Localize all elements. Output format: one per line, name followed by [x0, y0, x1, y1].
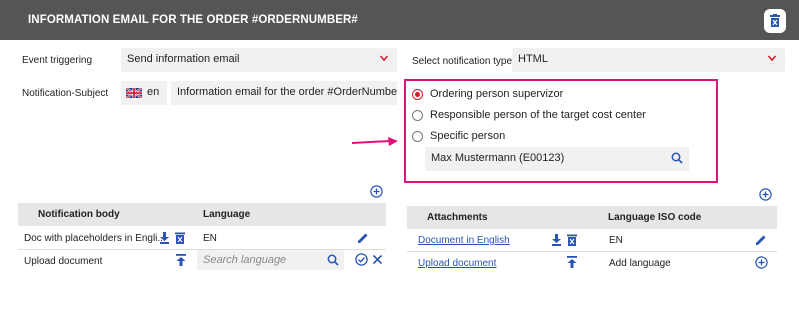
delete-icon — [770, 14, 780, 27]
notification-type-value: HTML — [518, 53, 548, 65]
subject-value: Information email for the order #OrderNu… — [177, 86, 397, 98]
column-header-notification-body: Notification body — [38, 209, 120, 220]
arrow-right-icon — [352, 137, 398, 146]
dialog-header: INFORMATION EMAIL FOR THE ORDER #ORDERNU… — [0, 0, 799, 40]
close-icon[interactable] — [372, 254, 383, 265]
trash-icon[interactable] — [567, 234, 577, 246]
radio-label: Specific person — [430, 130, 506, 142]
column-header-language: Language — [203, 209, 251, 220]
chevron-down-icon — [767, 55, 777, 62]
uk-flag-icon — [126, 88, 142, 98]
column-header-attachments: Attachments — [427, 212, 488, 223]
trash-icon[interactable] — [175, 232, 185, 244]
pencil-icon[interactable] — [357, 232, 369, 244]
specific-person-value: Max Mustermann (E00123) — [431, 152, 565, 164]
header-delete-button[interactable] — [764, 9, 786, 33]
column-header-language-iso: Language ISO code — [608, 212, 702, 223]
add-body-button[interactable] — [370, 185, 383, 198]
add-attachment-button[interactable] — [759, 188, 772, 201]
event-triggering-label: Event triggering — [22, 55, 93, 66]
radio-cost-center-responsible[interactable]: Responsible person of the target cost ce… — [412, 107, 646, 123]
body-document-language: EN — [203, 233, 217, 244]
download-icon[interactable] — [551, 234, 562, 246]
body-document-name: Doc with placeholders in Engli... — [24, 233, 166, 244]
upload-icon[interactable] — [176, 254, 186, 266]
plus-circle-icon[interactable] — [755, 256, 768, 269]
subject-input[interactable]: Information email for the order #OrderNu… — [171, 81, 397, 105]
upload-icon[interactable] — [567, 256, 577, 268]
radio-specific-person[interactable]: Specific person — [412, 128, 505, 144]
notification-type-select[interactable]: HTML — [512, 48, 785, 72]
event-triggering-select[interactable]: Send information email — [121, 48, 397, 72]
row-divider — [407, 251, 777, 252]
language-search-placeholder: Search language — [203, 254, 287, 266]
dialog-title: INFORMATION EMAIL FOR THE ORDER #ORDERNU… — [28, 14, 358, 26]
subject-language-code: en — [147, 86, 160, 98]
notification-subject-label: Notification-Subject — [22, 88, 109, 99]
attachment-link-english[interactable]: Document in English — [418, 235, 510, 246]
specific-person-search[interactable]: Max Mustermann (E00123) — [425, 147, 689, 171]
download-icon[interactable] — [159, 232, 170, 244]
body-upload-document[interactable]: Upload document — [24, 256, 102, 267]
search-icon[interactable] — [327, 254, 339, 266]
event-triggering-value: Send information email — [127, 53, 240, 65]
radio-ordering-supervisor[interactable]: Ordering person supervizor — [412, 86, 563, 102]
pencil-icon[interactable] — [755, 234, 767, 246]
radio-button[interactable] — [412, 109, 423, 121]
attachments-table-header: Attachments Language ISO code — [407, 206, 777, 229]
search-icon[interactable] — [671, 152, 683, 164]
chevron-down-icon — [379, 55, 389, 62]
radio-button[interactable] — [412, 130, 423, 142]
attachment-language: EN — [609, 235, 623, 246]
check-circle-icon[interactable] — [355, 253, 368, 266]
radio-label: Ordering person supervizor — [430, 88, 564, 100]
attachment-upload-link[interactable]: Upload document — [418, 258, 496, 269]
body-language-search[interactable]: Search language — [197, 250, 344, 270]
notification-type-label: Select notification type* — [412, 56, 516, 67]
subject-language-select[interactable]: en — [121, 81, 167, 105]
radio-button[interactable] — [412, 88, 423, 100]
radio-label: Responsible person of the target cost ce… — [430, 109, 646, 121]
body-table-header: Notification body Language — [18, 203, 386, 226]
add-language-label: Add language — [609, 258, 671, 269]
